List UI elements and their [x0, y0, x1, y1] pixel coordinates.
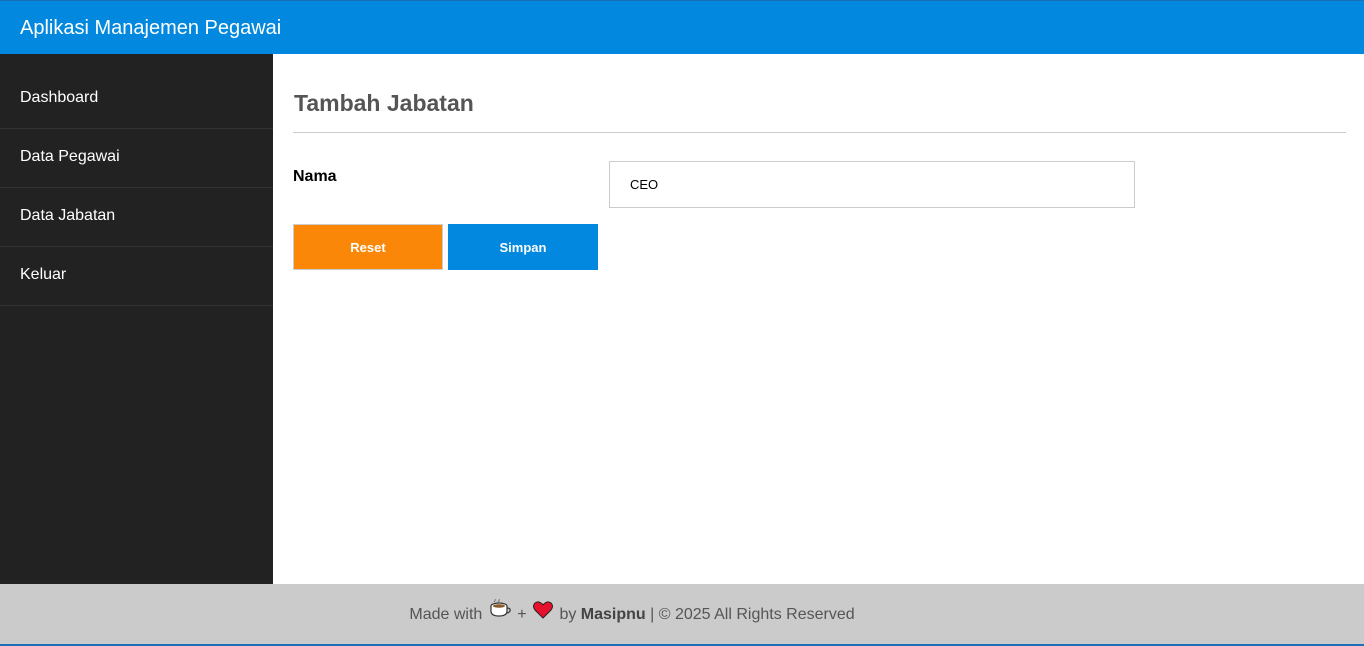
sidebar-item-data-pegawai[interactable]: Data Pegawai — [0, 129, 273, 188]
footer-by: by — [559, 606, 577, 624]
footer-author[interactable]: Masipnu — [581, 606, 646, 623]
footer-made-with: Made with — [409, 606, 483, 624]
sidebar-item-data-jabatan[interactable]: Data Jabatan — [0, 188, 273, 247]
title-divider — [293, 132, 1346, 133]
reset-button[interactable]: Reset — [293, 224, 443, 270]
nama-label: Nama — [293, 168, 337, 185]
footer-text: Made with + by Masipnu | © 2025 All Righ… — [409, 598, 855, 624]
app-title: Aplikasi Manajemen Pegawai — [20, 17, 282, 39]
page-title: Tambah Jabatan — [294, 90, 474, 116]
main-content: Tambah Jabatan Nama Reset Simpan — [273, 54, 1364, 584]
sidebar: Dashboard Data Pegawai Data Jabatan Kelu… — [0, 54, 273, 584]
nama-input[interactable] — [609, 161, 1135, 208]
sidebar-item-keluar[interactable]: Keluar — [0, 247, 273, 306]
footer-copyright: | © 2025 All Rights Reserved — [650, 606, 855, 624]
footer-plus: + — [517, 606, 527, 624]
coffee-icon — [489, 584, 511, 646]
footer: Made with + by Masipnu | © 2025 All Righ… — [0, 584, 1364, 646]
heart-icon — [532, 584, 553, 646]
top-header: Aplikasi Manajemen Pegawai — [0, 0, 1364, 54]
sidebar-item-dashboard[interactable]: Dashboard — [0, 54, 273, 129]
save-button[interactable]: Simpan — [448, 224, 598, 270]
app-page: Aplikasi Manajemen Pegawai Dashboard Dat… — [0, 0, 1364, 646]
